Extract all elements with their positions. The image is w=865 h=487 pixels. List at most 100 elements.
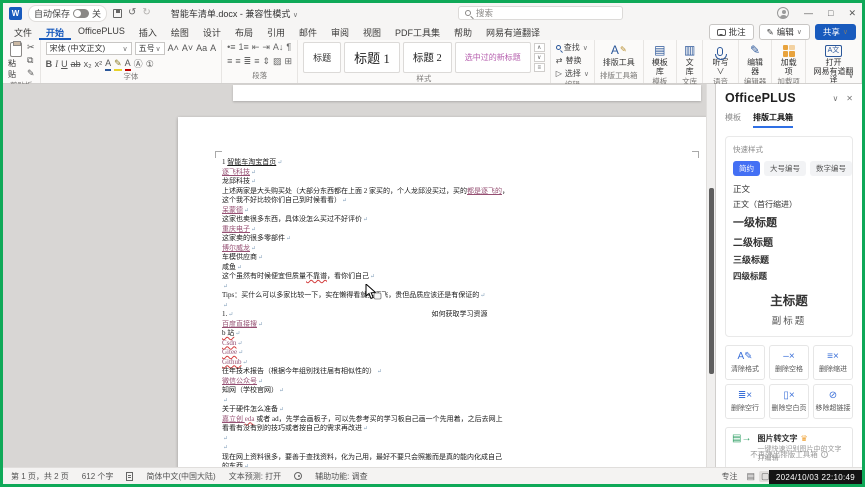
doc-line[interactable]: 这个我不好比较你们自己到时候看看）↵ [222, 196, 697, 206]
style-preview-四级标题[interactable]: 四级标题 [733, 270, 845, 282]
document-title[interactable]: 智能车清单.docx - 兼容性模式 ∨ [171, 7, 298, 20]
menu-tab-引用[interactable]: 引用 [260, 23, 292, 40]
save-icon[interactable] [113, 9, 122, 18]
doc-line[interactable]: 现在网上资料很多，要善于查找资料，化为己用，最好不要只会照搬而是真的能内化成自己 [222, 453, 697, 463]
editing-替换-button[interactable]: ⇄替换 [556, 55, 582, 66]
undo-icon[interactable]: ↺ [128, 8, 136, 18]
doc-line[interactable]: Github↵ [222, 358, 697, 368]
panel-tool-清除格式[interactable]: A✎清除格式 [725, 345, 765, 380]
menu-tab-OfficePLUS[interactable]: OfficePLUS [71, 23, 132, 40]
menu-tab-插入[interactable]: 插入 [132, 23, 164, 40]
paragraph-button[interactable]: 1≡ [239, 42, 249, 53]
scrollbar-thumb[interactable] [709, 188, 714, 374]
doc-line[interactable]: 知网（学校官网）↵ [222, 386, 697, 396]
redo-icon[interactable]: ↻ [142, 8, 150, 18]
style-preview-副标题[interactable]: 副标题 [733, 313, 845, 327]
paragraph-button[interactable]: ⇕ [262, 56, 270, 67]
style-card[interactable]: 选中过的新标题 [455, 42, 531, 73]
style-preview-三级标题[interactable]: 三级标题 [733, 253, 845, 266]
menu-tab-视图[interactable]: 视图 [356, 23, 388, 40]
style-card[interactable]: 标题 2 [403, 42, 452, 73]
doc-line[interactable]: 1.如何获取学习资源↵ [222, 310, 697, 320]
paragraph-button[interactable]: ▨ [273, 56, 282, 67]
style-preview-主标题[interactable]: 主标题 [733, 290, 845, 309]
doc-line[interactable]: 这家也卖很多东西，具体没怎么买过不好评价↵ [222, 215, 697, 225]
account-avatar[interactable] [777, 7, 789, 19]
paragraph-button[interactable]: ⇥ [262, 42, 270, 53]
ribbon-button-模板库[interactable]: ▤模板库 [649, 42, 672, 76]
read-mode-icon[interactable]: ▤ [746, 471, 755, 482]
panel-tab-排版工具箱[interactable]: 排版工具箱 [753, 112, 793, 128]
ribbon-button-听写[interactable]: 听写 ∨ [708, 42, 733, 76]
menu-tab-帮助[interactable]: 帮助 [447, 23, 479, 40]
font-button[interactable]: A˄ [168, 43, 179, 54]
doc-line[interactable]: 这个虽然有时候便宜但质量不靠谱，看你们自己↵ [222, 272, 697, 282]
font-size-select[interactable]: 五号 ∨ [135, 42, 165, 55]
font-format-button[interactable]: I [55, 59, 58, 70]
doc-line[interactable]: 咸鱼↵ [222, 263, 697, 273]
paragraph-button[interactable]: ¶ [286, 42, 291, 53]
font-format-button[interactable]: x₂ [84, 59, 92, 70]
autosave-toggle[interactable]: 自动保存 关 [28, 5, 107, 22]
font-format-button[interactable]: A [125, 58, 131, 71]
ribbon-button-排版工具[interactable]: A✎排版工具 [603, 42, 635, 68]
doc-line[interactable]: 1 智能车淘宝首页↵ [222, 158, 697, 168]
doc-line[interactable]: 嘉立创 eda 或者 ad，先学会画板子，可以先参考买的学习板自己画一个先用着，… [222, 415, 697, 425]
paragraph-button[interactable]: •≡ [227, 42, 235, 53]
menu-tab-设计[interactable]: 设计 [196, 23, 228, 40]
paragraph-button[interactable]: A↓ [273, 42, 284, 53]
gallery-arrow-icon[interactable]: ∨ [534, 53, 545, 62]
panel-tool-删除空行[interactable]: ≣×删除空行 [725, 384, 765, 419]
font-format-button[interactable]: B [46, 59, 53, 70]
doc-line[interactable]: 往年技术报告（根据今年组别找往届有相似性的）↵ [222, 367, 697, 377]
font-button[interactable]: A [210, 43, 216, 54]
vertical-scrollbar[interactable] [706, 84, 715, 467]
menu-tab-邮件[interactable]: 邮件 [292, 23, 324, 40]
status-item[interactable]: 辅助功能: 调查 [315, 471, 367, 482]
status-item[interactable]: 612 个字 [82, 471, 114, 482]
share-button[interactable]: 共享 ∨ [815, 24, 856, 40]
paragraph-button[interactable]: ≡ [254, 56, 259, 67]
menu-tab-布局[interactable]: 布局 [228, 23, 260, 40]
panel-collapse-icon[interactable]: ∨ [832, 94, 838, 103]
style-preview-正文[interactable]: 正文 [733, 183, 845, 195]
font-button[interactable]: A˅ [182, 43, 193, 54]
panel-footer-text[interactable]: 不再弹出排版工具箱 [750, 449, 818, 460]
font-format-button[interactable]: ① [146, 59, 154, 70]
status-item[interactable]: 文本预测: 打开 [229, 471, 281, 482]
doc-line[interactable]: 逐飞科技↵ [222, 168, 697, 178]
doc-line[interactable]: ↵ [222, 443, 697, 453]
menu-tab-网易有道翻译[interactable]: 网易有道翻译 [479, 23, 547, 40]
style-card[interactable]: 标题 1 [344, 42, 400, 73]
doc-line[interactable]: 重庆电子↵ [222, 225, 697, 235]
style-preview-一级标题[interactable]: 一级标题 [733, 214, 845, 230]
panel-tool-删除缩进[interactable]: ≡×删除缩进 [813, 345, 853, 380]
search-input[interactable]: 搜索 [458, 6, 623, 20]
autosave-switch-icon[interactable] [73, 9, 89, 18]
ocr-card[interactable]: ▤→ 图片转文字 ♛ 一键快速识别图片中的文字并编辑 [725, 427, 853, 467]
panel-tool-删除空白页[interactable]: ▯×删除空白页 [769, 384, 809, 419]
editing-选择-button[interactable]: ▷选择∨ [556, 68, 589, 79]
editing-查找-button[interactable]: 查找∨ [556, 42, 588, 53]
panel-tool-删除空格[interactable]: –×删除空格 [769, 345, 809, 380]
menu-tab-文件[interactable]: 文件 [7, 23, 39, 40]
status-item[interactable]: 简体中文(中国大陆) [146, 471, 215, 482]
quick-style-pill-简约[interactable]: 简约 [733, 161, 760, 176]
quick-style-pill-大号编号[interactable]: 大号编号 [764, 161, 806, 176]
menu-tab-绘图[interactable]: 绘图 [164, 23, 196, 40]
menu-tab-开始[interactable]: 开始 [39, 23, 71, 40]
doc-line[interactable]: ↵ [222, 434, 697, 444]
paragraph-button[interactable]: ⇤ [252, 42, 260, 53]
doc-line[interactable]: Csdn↵ [222, 339, 697, 349]
accessibility-icon[interactable] [294, 472, 302, 480]
style-card[interactable]: 标题 [303, 42, 341, 73]
menu-tab-审阅[interactable]: 审阅 [324, 23, 356, 40]
font-format-button[interactable]: x² [95, 59, 103, 70]
panel-tab-模板[interactable]: 模板 [725, 112, 741, 128]
doc-line[interactable]: Tips：买什么可以多家比较一下，实在懒得看就买逐飞，贵但品质应该还是有保证的↵ [222, 291, 697, 301]
doc-line[interactable]: ↵ [222, 396, 697, 406]
ribbon-button-加载项[interactable]: 加载项 [777, 42, 800, 76]
doc-line[interactable]: 关于硬件怎么准备↵ [222, 405, 697, 415]
font-format-button[interactable]: U [61, 59, 68, 70]
menu-tab-PDF工具集[interactable]: PDF工具集 [388, 23, 447, 40]
